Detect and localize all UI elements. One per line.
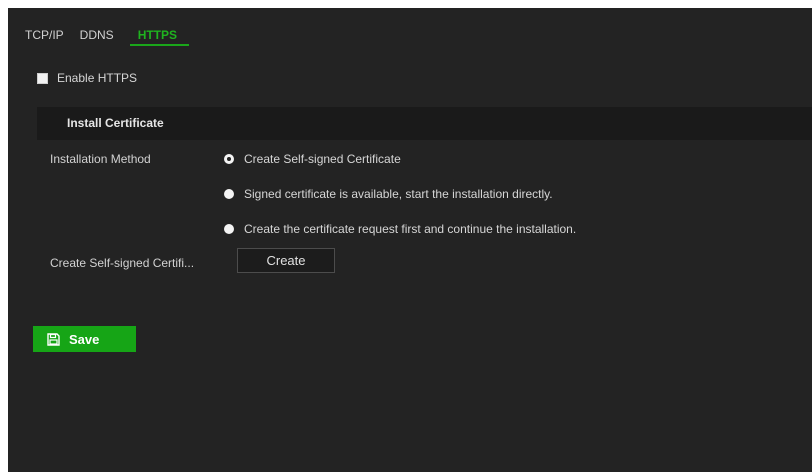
option-certificate-request-label: Create the certificate request first and… — [244, 222, 577, 236]
tab-https[interactable]: HTTPS — [129, 8, 190, 52]
enable-https-label: Enable HTTPS — [57, 71, 138, 85]
https-settings-panel: TCP/IP DDNS HTTPS Enable HTTPS Install C… — [8, 8, 812, 472]
radio-signed-available[interactable] — [224, 189, 234, 199]
enable-https-row: Enable HTTPS — [37, 71, 137, 85]
radio-certificate-request[interactable] — [224, 224, 234, 234]
save-button-label: Save — [69, 331, 100, 347]
option-self-signed-label: Create Self-signed Certificate — [244, 152, 401, 166]
floppy-disk-icon — [47, 332, 60, 346]
option-certificate-request[interactable]: Create the certificate request first and… — [224, 222, 576, 236]
radio-self-signed[interactable] — [224, 154, 234, 164]
tab-tcpip[interactable]: TCP/IP — [25, 8, 64, 52]
option-signed-available[interactable]: Signed certificate is available, start t… — [224, 187, 553, 201]
tab-bar: TCP/IP DDNS HTTPS — [8, 8, 190, 52]
installation-method-label: Installation Method — [50, 152, 151, 166]
install-certificate-header: Install Certificate — [37, 107, 812, 140]
option-self-signed[interactable]: Create Self-signed Certificate — [224, 152, 401, 166]
create-self-signed-label: Create Self-signed Certifi... — [50, 256, 195, 270]
enable-https-checkbox[interactable] — [37, 72, 48, 84]
save-button[interactable]: Save — [33, 326, 136, 352]
option-signed-available-label: Signed certificate is available, start t… — [244, 187, 553, 201]
create-button[interactable]: Create — [237, 248, 335, 273]
tab-ddns[interactable]: DDNS — [80, 8, 114, 52]
